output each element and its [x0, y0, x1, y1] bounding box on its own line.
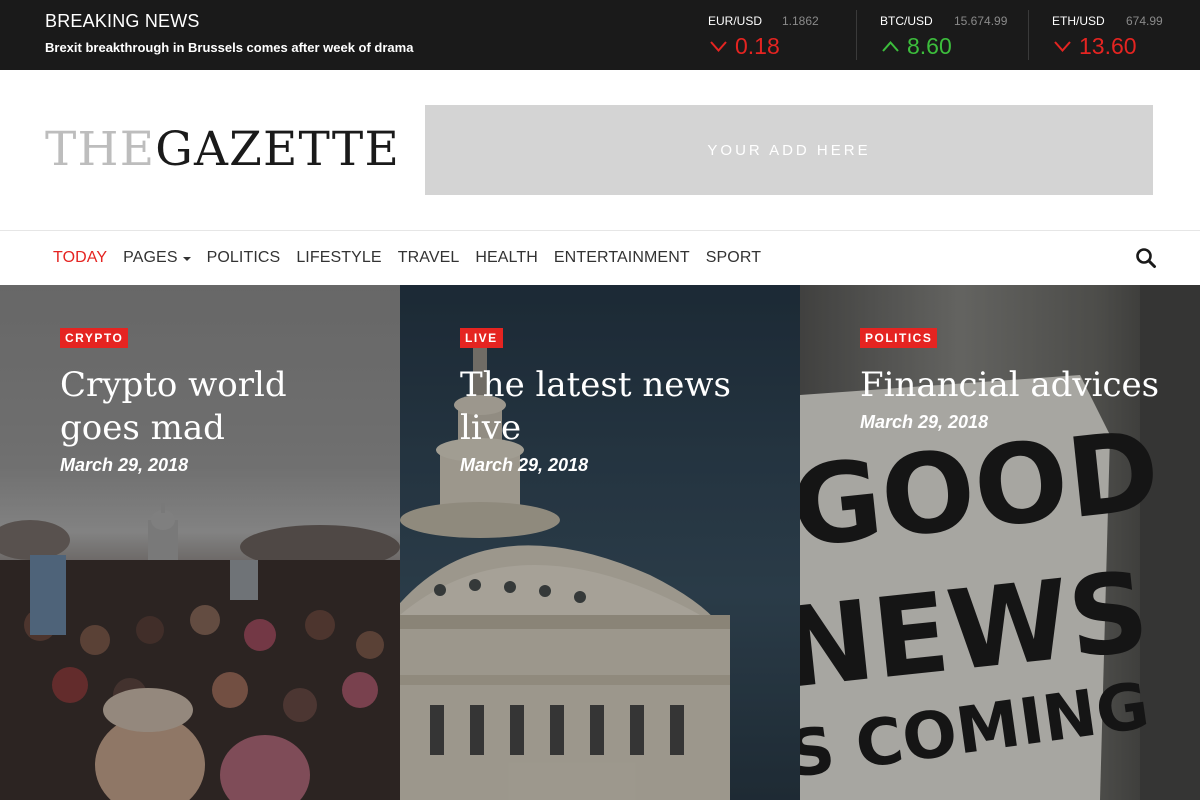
breaking-news-bar: BREAKING NEWS Brexit breakthrough in Bru… — [0, 0, 1200, 70]
ticker-price: 15.674.99 — [954, 14, 1008, 28]
article-title[interactable]: Financial advices — [860, 364, 1170, 407]
nav-item-label: TRAVEL — [397, 249, 460, 266]
ticker-change: 13.60 — [1054, 33, 1137, 60]
nav-item-politics[interactable]: POLITICS — [207, 249, 281, 267]
search-icon — [1136, 248, 1156, 268]
breaking-news-headline[interactable]: Brexit breakthrough in Brussels comes af… — [45, 40, 413, 55]
ticker-pair: EUR/USD — [708, 14, 763, 28]
nav-item-sport[interactable]: SPORT — [706, 249, 761, 267]
nav-item-label: HEALTH — [475, 249, 538, 266]
breaking-news: BREAKING NEWS Brexit breakthrough in Bru… — [45, 11, 413, 55]
logo-dark-text: GAZETTE — [155, 122, 400, 177]
nav-item-label: LIFESTYLE — [296, 249, 382, 266]
search-button[interactable] — [1135, 247, 1157, 269]
ad-banner-text: YOUR ADD HERE — [707, 141, 871, 159]
nav-item-travel[interactable]: TRAVEL — [398, 249, 460, 267]
category-badge[interactable]: LIVE — [460, 328, 503, 348]
caret-down-icon — [182, 257, 191, 261]
nav-item-label: POLITICS — [206, 249, 281, 266]
nav-item-label: PAGES — [123, 249, 178, 266]
category-badge[interactable]: POLITICS — [860, 328, 938, 348]
article-title[interactable]: Crypto world goes mad — [60, 364, 370, 450]
chevron-up-icon — [882, 41, 899, 52]
site-header: THEGAZETTE YOUR ADD HERE — [0, 70, 1200, 230]
ticker-pair: ETH/USD — [1052, 14, 1105, 28]
chevron-down-icon — [710, 41, 727, 52]
main-nav: TODAY PAGES POLITICS LIFESTYLE TRAVEL HE… — [0, 230, 1200, 285]
nav-item-pages[interactable]: PAGES — [123, 249, 191, 267]
category-badge[interactable]: CRYPTO — [60, 328, 129, 348]
article-date: March 29, 2018 — [460, 455, 589, 475]
nav-item-lifestyle[interactable]: LIFESTYLE — [296, 249, 381, 267]
ticker-change: 0.18 — [710, 33, 780, 60]
chevron-down-icon — [1054, 41, 1071, 52]
featured-articles: CRYPTO Crypto world goes mad March 29, 2… — [0, 285, 1200, 800]
article-title[interactable]: The latest news live — [460, 364, 770, 450]
ticker-change-value: 0.18 — [735, 33, 780, 59]
logo-light-text: THE — [45, 122, 156, 177]
breaking-news-title: BREAKING NEWS — [45, 11, 200, 31]
article-card-live[interactable]: LIVE The latest news live March 29, 2018 — [400, 285, 800, 800]
nav-item-today[interactable]: TODAY — [53, 249, 107, 267]
nav-item-label: ENTERTAINMENT — [553, 249, 690, 266]
ticker-btc-usd[interactable]: BTC/USD 15.674.99 8.60 — [856, 0, 1028, 70]
nav-item-label: SPORT — [705, 249, 762, 266]
ad-banner[interactable]: YOUR ADD HERE — [425, 105, 1153, 195]
article-date: March 29, 2018 — [60, 455, 189, 475]
card-content: LIVE The latest news live March 29, 2018 — [460, 328, 770, 476]
nav-item-label: TODAY — [53, 249, 108, 266]
ticker-eth-usd[interactable]: ETH/USD 674.99 13.60 — [1028, 0, 1200, 70]
article-date: March 29, 2018 — [860, 412, 989, 432]
ticker-change: 8.60 — [882, 33, 952, 60]
article-card-politics[interactable]: GOOD NEWS S COMING POLITICS Financial ad… — [800, 285, 1200, 800]
ticker-change-value: 13.60 — [1079, 33, 1137, 59]
ticker-eur-usd[interactable]: EUR/USD 1.1862 0.18 — [684, 0, 856, 70]
ticker-change-value: 8.60 — [907, 33, 952, 59]
ticker-pair: BTC/USD — [880, 14, 933, 28]
card-content: POLITICS Financial advices March 29, 201… — [860, 328, 1170, 433]
ticker-price: 1.1862 — [782, 14, 819, 28]
nav-item-entertainment[interactable]: ENTERTAINMENT — [554, 249, 690, 267]
currency-tickers: EUR/USD 1.1862 0.18 BTC/USD 15.674.99 8.… — [684, 0, 1200, 70]
ticker-price: 674.99 — [1126, 14, 1163, 28]
nav-item-health[interactable]: HEALTH — [475, 249, 538, 267]
nav-list: TODAY PAGES POLITICS LIFESTYLE TRAVEL HE… — [53, 231, 777, 285]
site-logo[interactable]: THEGAZETTE — [45, 122, 400, 178]
card-content: CRYPTO Crypto world goes mad March 29, 2… — [60, 328, 370, 476]
article-card-crypto[interactable]: CRYPTO Crypto world goes mad March 29, 2… — [0, 285, 400, 800]
